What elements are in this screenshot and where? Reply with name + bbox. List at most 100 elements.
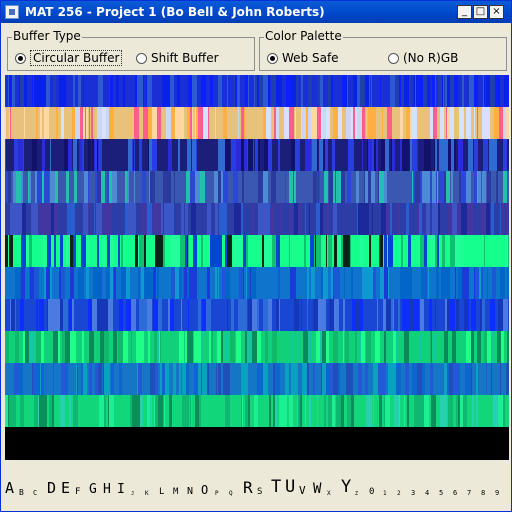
visualization-streak — [153, 203, 156, 235]
visualization-streak — [126, 299, 131, 331]
visualization-streak — [180, 235, 185, 267]
visualization-streak — [291, 331, 293, 363]
visualization-streak — [423, 75, 427, 107]
visualization-streak — [279, 139, 280, 171]
visualization-streak — [148, 267, 153, 299]
visualization-streak — [106, 107, 109, 139]
visualization-streak — [266, 107, 271, 139]
visualization-streak — [366, 331, 371, 363]
title-bar[interactable]: MAT 256 - Project 1 (Bo Bell & John Robe… — [1, 1, 511, 23]
alphabet-glyph: 5 — [439, 489, 444, 497]
visualization-streak — [110, 235, 113, 267]
visualization-streak — [507, 331, 509, 363]
maximize-button[interactable]: □ — [473, 5, 488, 19]
visualization-streak — [318, 299, 322, 331]
visualization-streak — [393, 331, 396, 363]
visualization-streak — [362, 107, 365, 139]
alphabet-glyph: 8 — [481, 489, 486, 497]
visualization-streak — [402, 299, 407, 331]
visualization-streak — [365, 171, 368, 203]
visualization-streak — [30, 267, 34, 299]
visualization-streak — [373, 363, 378, 395]
visualization-streak — [82, 139, 84, 171]
visualization-streak — [60, 235, 62, 267]
alphabet-glyph: 6 — [453, 489, 458, 497]
visualization-streak — [237, 75, 240, 107]
visualization-streak — [479, 267, 481, 299]
visualization-streak — [364, 171, 365, 203]
visualization-streak — [130, 203, 133, 235]
minimize-button[interactable]: _ — [457, 5, 472, 19]
visualization-streak — [454, 139, 456, 171]
visualization-streak — [223, 171, 227, 203]
visualization-streak — [182, 331, 184, 363]
visualization-streak — [391, 299, 393, 331]
visualization-streak — [329, 363, 333, 395]
visualization-streak — [53, 331, 58, 363]
visualization-streak — [478, 171, 481, 203]
visualization-streak — [272, 235, 276, 267]
visualization-streak — [399, 395, 400, 427]
visualization-streak — [289, 235, 290, 267]
visualization-streak — [448, 139, 451, 171]
visualization-streak — [319, 139, 323, 171]
visualization-streak — [328, 395, 332, 427]
visualization-streak — [32, 139, 37, 171]
visualization-streak — [5, 395, 8, 427]
visualization-streak — [95, 139, 97, 171]
visualization-streak — [162, 75, 164, 107]
visualization-streak — [450, 107, 454, 139]
visualization-streak — [508, 75, 509, 107]
visualization-streak — [241, 299, 243, 331]
visualization-streak — [274, 107, 276, 139]
shift-buffer-radio[interactable]: Shift Buffer — [136, 50, 219, 66]
close-button[interactable]: × — [489, 5, 504, 19]
visualization-streak — [161, 203, 163, 235]
visualization-streak — [42, 139, 45, 171]
no-r-gb-radio[interactable]: (No R)GB — [388, 50, 458, 66]
visualization-streak — [360, 331, 361, 363]
alphabet-glyph: V — [299, 484, 306, 497]
visualization-streak — [440, 107, 444, 139]
visualization-streak — [450, 75, 454, 107]
visualization-streak — [43, 75, 46, 107]
visualization-streak — [456, 299, 459, 331]
visualization-streak — [508, 235, 509, 267]
alphabet-glyph: 1 — [383, 490, 387, 497]
visualization-streak — [142, 299, 147, 331]
visualization-streak — [119, 363, 122, 395]
visualization-streak — [494, 107, 499, 139]
web-safe-radio[interactable]: Web Safe — [267, 50, 339, 66]
visualization-streak — [503, 139, 507, 171]
visualization-streak — [94, 203, 95, 235]
visualization-streak — [300, 395, 302, 427]
visualization-streak — [143, 107, 148, 139]
visualization-streak — [471, 331, 474, 363]
visualization-streak — [9, 395, 14, 427]
visualization-streak — [245, 395, 248, 427]
visualization-streak — [428, 267, 429, 299]
visualization-streak — [486, 363, 487, 395]
visualization-streak — [329, 171, 333, 203]
visualization-streak — [186, 363, 189, 395]
visualization-streak — [474, 171, 477, 203]
visualization-streak — [202, 363, 207, 395]
visualization-streak — [444, 331, 448, 363]
visualization-streak — [219, 203, 222, 235]
visualization-streak — [104, 395, 106, 427]
visualization-streak — [227, 171, 228, 203]
visualization-streak — [91, 107, 93, 139]
visualization-streak — [110, 107, 114, 139]
visualization-streak — [195, 395, 199, 427]
visualization-streak — [484, 75, 485, 107]
visualization-streak — [95, 363, 98, 395]
visualization-streak — [383, 299, 386, 331]
visualization-streak — [346, 107, 351, 139]
visualization-streak — [241, 203, 243, 235]
visualization-streak — [263, 363, 268, 395]
visualization-streak — [480, 299, 482, 331]
circular-buffer-radio[interactable]: Circular Buffer — [15, 50, 123, 66]
visualization-streak — [270, 203, 275, 235]
visualization-streak — [315, 235, 316, 267]
visualization-streak — [94, 139, 95, 171]
